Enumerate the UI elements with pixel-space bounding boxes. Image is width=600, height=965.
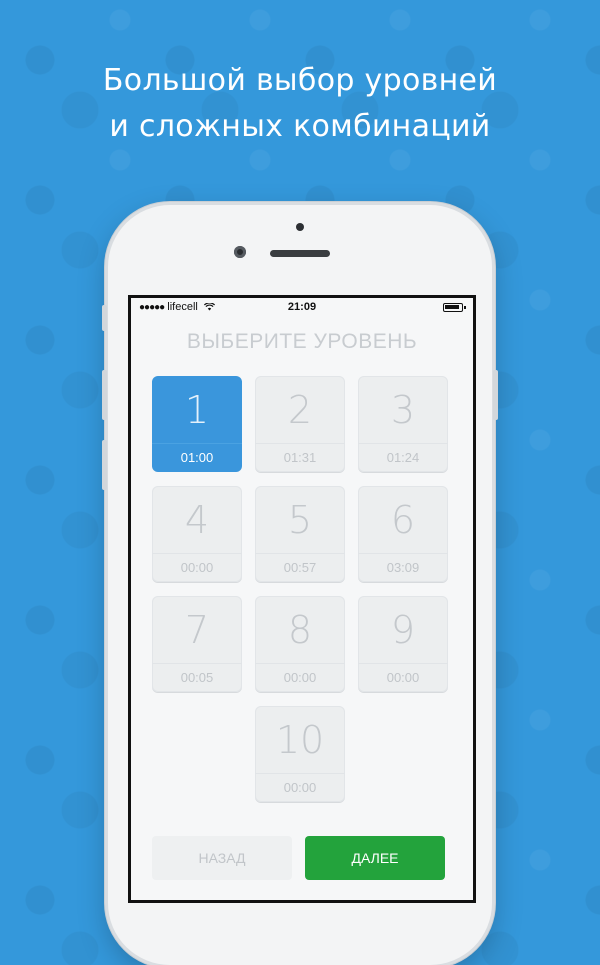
level-number: 7 [184, 608, 210, 652]
level-time: 00:00 [358, 663, 448, 692]
level-number: 2 [287, 388, 313, 432]
phone-frame: ●●●●● lifecell 21:09 ВЫБЕРИТЕ УРОВЕНЬ 1 … [102, 205, 498, 965]
level-number: 8 [287, 608, 313, 652]
level-tile-10[interactable]: 10 00:00 [255, 706, 345, 802]
headline-line-1: Большой выбор уровней [102, 63, 498, 98]
level-number: 3 [390, 388, 416, 432]
level-number: 5 [287, 498, 313, 542]
level-number: 6 [390, 498, 416, 542]
level-number: 9 [390, 608, 416, 652]
level-time: 00:57 [255, 553, 345, 582]
level-tile-5[interactable]: 5 00:57 [255, 486, 345, 582]
level-grid: 1 01:00 2 01:31 3 01:24 4 00:00 5 00:57 … [152, 376, 452, 802]
level-time: 01:00 [152, 443, 242, 472]
phone-screen: ●●●●● lifecell 21:09 ВЫБЕРИТЕ УРОВЕНЬ 1 … [128, 295, 476, 903]
headline-line-2: и сложных комбинаций [109, 109, 491, 144]
level-tile-3[interactable]: 3 01:24 [358, 376, 448, 472]
level-tile-7[interactable]: 7 00:05 [152, 596, 242, 692]
phone-volume-down [102, 440, 107, 490]
phone-volume-up [102, 370, 107, 420]
status-time: 21:09 [287, 301, 317, 313]
phone-power-button [493, 370, 498, 420]
level-number: 10 [275, 718, 325, 762]
level-time: 00:00 [152, 553, 242, 582]
level-time: 00:00 [255, 773, 345, 802]
level-time: 00:05 [152, 663, 242, 692]
level-tile-2[interactable]: 2 01:31 [255, 376, 345, 472]
level-tile-4[interactable]: 4 00:00 [152, 486, 242, 582]
battery-icon [443, 303, 466, 312]
phone-side-button [102, 305, 107, 331]
proximity-sensor [296, 223, 304, 231]
status-bar: ●●●●● lifecell 21:09 [131, 298, 473, 318]
level-tile-8[interactable]: 8 00:00 [255, 596, 345, 692]
earpiece-speaker [270, 250, 330, 257]
back-button[interactable]: НАЗАД [152, 836, 292, 880]
level-time: 01:31 [255, 443, 345, 472]
level-number: 1 [184, 388, 210, 432]
level-tile-1[interactable]: 1 01:00 [152, 376, 242, 472]
level-tile-9[interactable]: 9 00:00 [358, 596, 448, 692]
level-number: 4 [184, 498, 210, 542]
level-time: 00:00 [255, 663, 345, 692]
level-time: 03:09 [358, 553, 448, 582]
next-button[interactable]: ДАЛЕЕ [305, 836, 445, 880]
level-tile-6[interactable]: 6 03:09 [358, 486, 448, 582]
screen-title: ВЫБЕРИТЕ УРОВЕНЬ [186, 330, 418, 353]
level-time: 01:24 [358, 443, 448, 472]
promo-headline: Большой выбор уровней и сложных комбинац… [0, 58, 600, 150]
front-camera-icon [234, 246, 246, 258]
